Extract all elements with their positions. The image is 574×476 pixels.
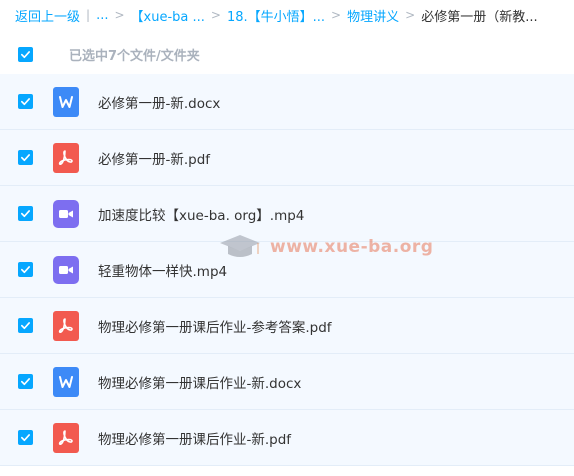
- file-checkbox[interactable]: [18, 206, 33, 221]
- word-doc-icon: [53, 86, 79, 117]
- check-icon: [21, 266, 30, 274]
- file-name[interactable]: 轻重物体一样快.mp4: [98, 260, 227, 280]
- file-checkbox[interactable]: [18, 430, 33, 445]
- breadcrumb-divider: |: [86, 8, 91, 22]
- file-row[interactable]: 物理必修第一册课后作业-参考答案.pdf: [0, 298, 574, 354]
- file-row[interactable]: 物理必修第一册课后作业-新.docx: [0, 354, 574, 410]
- pdf-icon: [53, 310, 79, 341]
- file-name[interactable]: 必修第一册-新.docx: [98, 92, 220, 112]
- video-icon: [53, 255, 79, 284]
- file-row[interactable]: 轻重物体一样快.mp4: [0, 242, 574, 298]
- file-name[interactable]: 物理必修第一册课后作业-参考答案.pdf: [98, 316, 332, 336]
- file-row[interactable]: 物理必修第一册课后作业-新.pdf: [0, 410, 574, 466]
- file-row[interactable]: 加速度比较【xue-ba. org】.mp4: [0, 186, 574, 242]
- file-checkbox[interactable]: [18, 374, 33, 389]
- check-icon: [21, 434, 30, 442]
- selection-bar: 已选中7个文件/文件夹: [0, 36, 574, 72]
- chevron-right-icon: >: [210, 8, 221, 22]
- video-icon: [53, 199, 79, 228]
- select-all-checkbox[interactable]: [18, 46, 33, 62]
- check-icon: [21, 378, 30, 386]
- pdf-icon: [53, 142, 79, 173]
- check-icon: [21, 154, 30, 162]
- file-checkbox[interactable]: [18, 150, 33, 165]
- breadcrumb-item-physics-notes[interactable]: 物理讲义: [347, 6, 399, 25]
- check-icon: [21, 210, 30, 218]
- file-list: 必修第一册-新.docx 必修第一册-新.pdf 加速度比较【xue-ba. org…: [0, 74, 574, 466]
- chevron-right-icon: >: [114, 8, 125, 22]
- file-name[interactable]: 物理必修第一册课后作业-新.pdf: [98, 428, 291, 448]
- breadcrumb-current: 必修第一册（新教...: [421, 9, 538, 25]
- chevron-right-icon: >: [405, 8, 416, 22]
- pdf-icon: [53, 422, 79, 453]
- breadcrumb-ellipsis[interactable]: ...: [96, 8, 108, 23]
- file-name[interactable]: 加速度比较【xue-ba. org】.mp4: [98, 204, 304, 224]
- breadcrumb-item-xue-ba[interactable]: 【xue-ba ...: [131, 6, 205, 25]
- file-checkbox[interactable]: [18, 262, 33, 277]
- breadcrumb-item-niuxiaowu[interactable]: 18.【牛小悟】...: [227, 6, 325, 25]
- word-doc-icon: [53, 366, 79, 397]
- check-icon: [21, 322, 30, 330]
- chevron-right-icon: >: [331, 8, 342, 22]
- file-checkbox[interactable]: [18, 318, 33, 333]
- file-row[interactable]: 必修第一册-新.docx: [0, 74, 574, 130]
- file-row[interactable]: 必修第一册-新.pdf: [0, 130, 574, 186]
- file-checkbox[interactable]: [18, 94, 33, 109]
- back-link[interactable]: 返回上一级: [15, 6, 80, 25]
- breadcrumb: 返回上一级 | ... > 【xue-ba ... > 18.【牛小悟】... …: [0, 0, 574, 30]
- file-name[interactable]: 必修第一册-新.pdf: [98, 148, 210, 168]
- selection-count: 已选中7个文件/文件夹: [69, 48, 200, 64]
- check-icon: [21, 98, 30, 106]
- check-icon: [21, 50, 30, 58]
- file-name[interactable]: 物理必修第一册课后作业-新.docx: [98, 372, 301, 392]
